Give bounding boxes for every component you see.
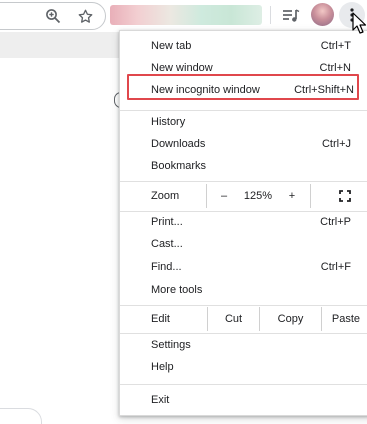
zoom-label: Zoom <box>151 190 180 202</box>
bookmarks-bar <box>0 32 120 58</box>
zoom-out-button[interactable]: – <box>210 184 238 208</box>
menu-item-cast[interactable]: Cast... <box>120 233 367 255</box>
menu-item-settings[interactable]: Settings <box>120 334 367 356</box>
menu-item-label: New tab <box>151 40 192 52</box>
menu-item-label: Downloads <box>151 138 206 150</box>
browser-window: New tab Ctrl+T New window Ctrl+N New inc… <box>0 0 367 424</box>
paste-button[interactable]: Paste <box>321 307 367 331</box>
menu-item-shortcut: Ctrl+N <box>319 62 351 74</box>
menu-item-shortcut: Ctrl+P <box>320 216 351 228</box>
menu-item-label: Bookmarks <box>151 160 207 172</box>
menu-item-shortcut: Ctrl+T <box>320 40 351 52</box>
zoom-in-icon[interactable] <box>42 5 64 27</box>
menu-item-print[interactable]: Print... Ctrl+P <box>120 211 367 233</box>
menu-item-label: Cast... <box>151 238 183 250</box>
menu-item-new-tab[interactable]: New tab Ctrl+T <box>120 35 367 57</box>
zoom-level: 125% <box>243 190 273 202</box>
menu-item-exit[interactable]: Exit <box>120 389 367 411</box>
zoom-row: Zoom – 125% + <box>120 184 367 208</box>
menu-item-shortcut: Ctrl+F <box>320 261 351 273</box>
profile-avatar[interactable] <box>311 3 334 26</box>
menu-separator <box>120 181 367 182</box>
chrome-main-menu: New tab Ctrl+T New window Ctrl+N New inc… <box>119 30 367 416</box>
menu-item-label: Help <box>151 361 174 373</box>
edit-row: Edit Cut Copy Paste <box>120 307 367 331</box>
menu-separator <box>120 384 367 385</box>
bookmark-star-icon[interactable] <box>74 5 96 27</box>
highlight-annotation <box>127 74 359 100</box>
extensions-area[interactable] <box>110 5 262 25</box>
edit-label: Edit <box>151 313 170 325</box>
cut-button[interactable]: Cut <box>207 307 259 331</box>
copy-button[interactable]: Copy <box>259 307 321 331</box>
zoom-in-button[interactable]: + <box>278 184 306 208</box>
menu-item-shortcut: Ctrl+J <box>321 138 351 150</box>
menu-item-label: Exit <box>151 394 170 406</box>
menu-item-downloads[interactable]: Downloads Ctrl+J <box>120 133 367 155</box>
menu-item-find[interactable]: Find... Ctrl+F <box>120 256 367 278</box>
menu-item-label: New window <box>151 62 213 74</box>
menu-item-label: More tools <box>151 284 203 296</box>
menu-item-label: History <box>151 116 186 128</box>
menu-item-history[interactable]: History <box>120 111 367 133</box>
page-content-fragment <box>0 408 42 424</box>
media-control-icon[interactable] <box>280 5 302 27</box>
menu-item-label: Settings <box>151 339 191 351</box>
menu-item-more-tools[interactable]: More tools <box>120 279 367 301</box>
browser-toolbar <box>0 0 367 32</box>
menu-item-label: Find... <box>151 261 182 273</box>
fullscreen-icon[interactable] <box>328 184 362 208</box>
menu-item-help[interactable]: Help <box>120 356 367 378</box>
menu-item-label: Print... <box>151 216 183 228</box>
mouse-pointer-icon <box>352 12 367 34</box>
toolbar-divider <box>270 6 271 24</box>
menu-item-bookmarks[interactable]: Bookmarks <box>120 155 367 177</box>
menu-separator <box>120 305 367 306</box>
